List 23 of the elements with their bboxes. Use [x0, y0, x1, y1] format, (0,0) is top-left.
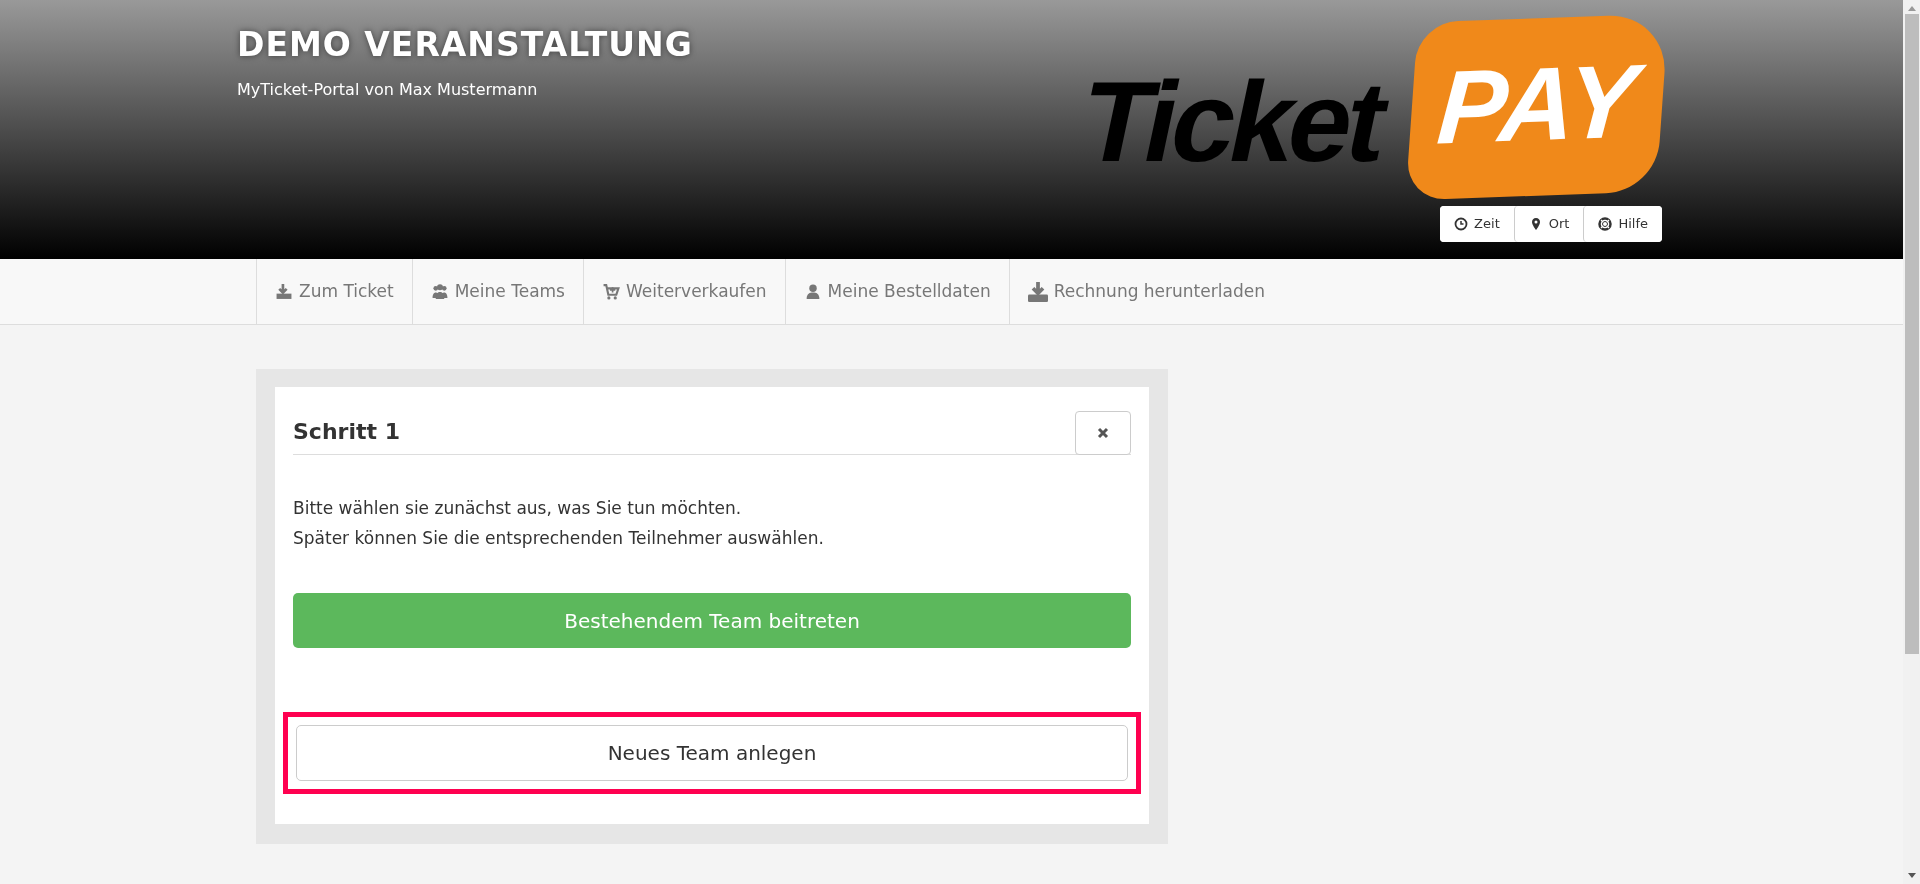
dialog-title: Schritt 1: [293, 419, 400, 446]
scroll-down-icon[interactable]: [1906, 872, 1917, 880]
nav-link[interactable]: Zum Ticket: [256, 259, 412, 324]
instruction-text: Bitte wählen sie zunächst aus, was Sie tun möchten. Später können Sie die entsprechenden Teilnehmer auswählen.: [293, 497, 825, 550]
close-button[interactable]: [1075, 410, 1131, 455]
clock-icon: [1454, 216, 1469, 231]
download-icon: [275, 283, 293, 300]
cart-icon: [601, 283, 620, 300]
nav-link[interactable]: Weiterverkaufen: [582, 259, 785, 324]
join-team-button[interactable]: Bestehendem Team beitreten: [293, 593, 1131, 648]
portal-subtitle: MyTicket-Portal von Max Mustermann: [237, 78, 539, 101]
close-icon: [1097, 426, 1109, 439]
nav-link[interactable]: Meine Teams: [411, 259, 583, 324]
event-title: DEMO VERANSTALTUNG: [237, 24, 693, 66]
logo-text: Ticket: [1069, 56, 1397, 187]
nav-link[interactable]: Rechnung herunterladen: [1008, 259, 1283, 324]
group-icon: [430, 283, 449, 300]
new-team-button[interactable]: Neues Team anlegen: [296, 725, 1128, 781]
scroll-up-icon[interactable]: [1906, 4, 1917, 12]
nav-link[interactable]: Meine Bestelldaten: [784, 259, 1009, 324]
help-button[interactable]: Hilfe: [1583, 206, 1662, 242]
download-icon: [1027, 281, 1048, 302]
lifebuoy-icon: [1598, 216, 1613, 231]
